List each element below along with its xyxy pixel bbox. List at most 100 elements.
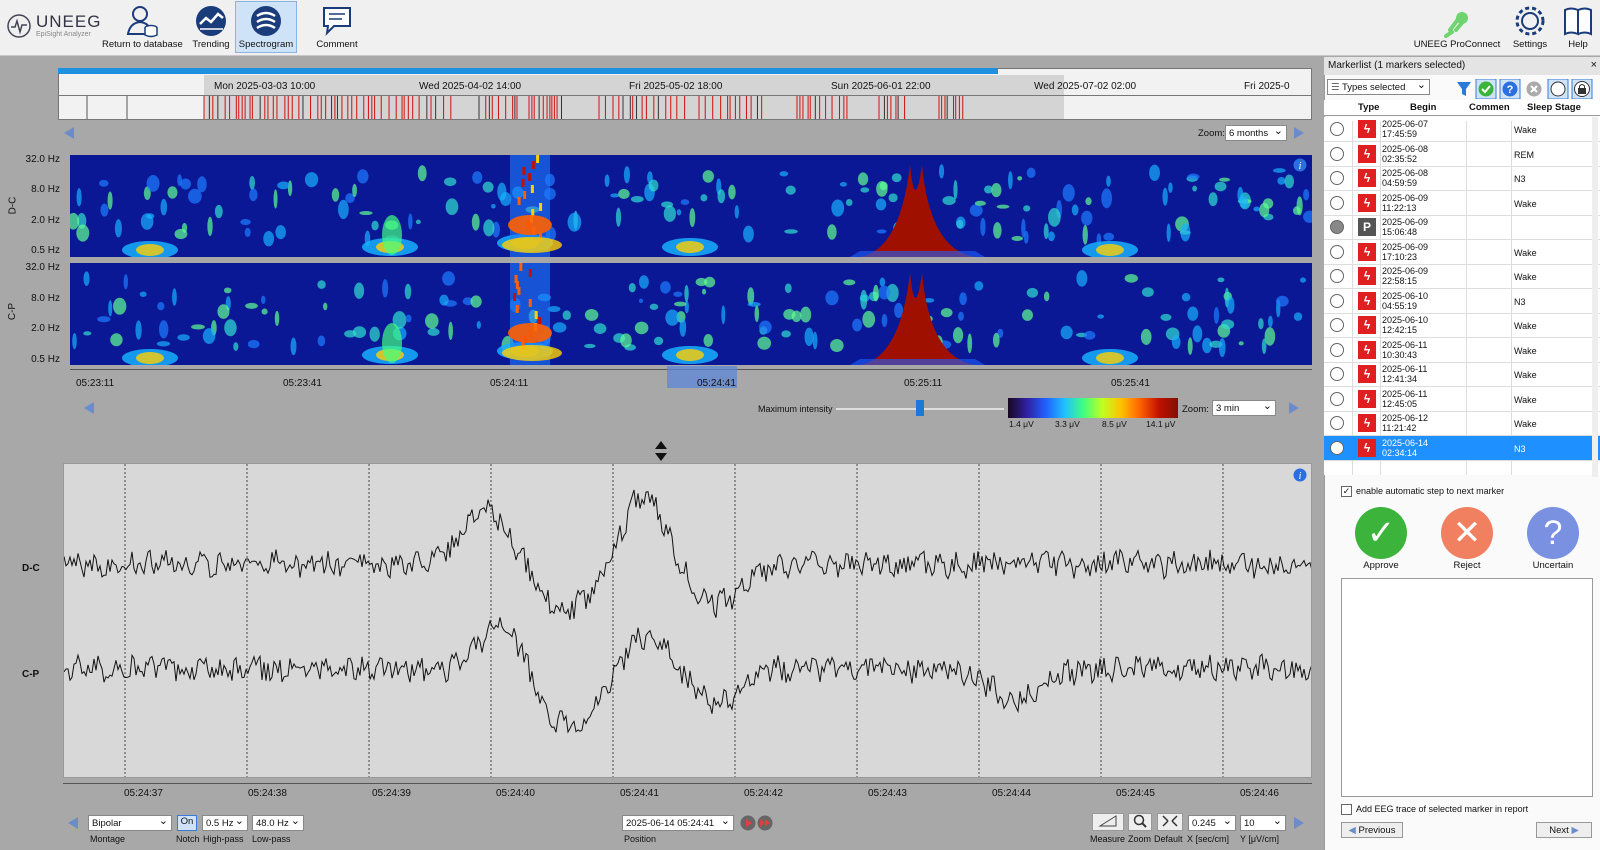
seizure-marker-icon: ϟ: [1358, 169, 1376, 187]
spectrogram-button[interactable]: Spectrogram: [235, 1, 297, 53]
marker-row[interactable]: ϟ 2025-06-08 04:59:59 N3: [1324, 166, 1600, 191]
zoom-button[interactable]: [1128, 813, 1152, 831]
eeg-prev-arrow[interactable]: [68, 817, 78, 829]
spectrogram-dc[interactable]: [70, 155, 1312, 257]
spectrogram-cp[interactable]: [70, 263, 1312, 365]
marker-review-radio[interactable]: [1330, 293, 1344, 308]
spectro2-freq-05: 0.5 Hz: [31, 354, 60, 365]
timeline-next-arrow[interactable]: [1294, 127, 1304, 139]
marker-comment-textarea[interactable]: [1341, 578, 1593, 797]
previous-marker-button[interactable]: ◀ Previous: [1341, 822, 1403, 838]
marker-review-radio[interactable]: [1330, 269, 1344, 283]
approve-button[interactable]: ✓: [1355, 507, 1407, 559]
eeg-time-10: 05:24:46: [1240, 788, 1279, 799]
position-input[interactable]: 2025-06-14 05:24:41: [622, 814, 734, 831]
marker-begin: 2025-06-07 17:45:59: [1382, 119, 1428, 139]
marker-sleep-stage: Wake: [1514, 370, 1537, 380]
unreviewed-filter-icon[interactable]: [1547, 79, 1569, 99]
eeg-next-arrow[interactable]: [1294, 817, 1304, 829]
eeg-info-icon[interactable]: i: [1293, 468, 1307, 482]
highpass-select[interactable]: 0.5 Hz: [202, 814, 248, 831]
lowpass-select[interactable]: 48.0 Hz: [252, 814, 304, 831]
marker-review-radio[interactable]: [1330, 146, 1344, 161]
marker-row[interactable]: ϟ 2025-06-12 11:21:42 Wake: [1324, 411, 1600, 436]
timeline-zoom-label: Zoom:: [1198, 128, 1225, 139]
timeline-zoom-select[interactable]: 6 months: [1225, 124, 1287, 141]
col-comment[interactable]: Commen: [1469, 102, 1510, 113]
marker-begin: 2025-06-11 12:45:05: [1382, 389, 1427, 409]
funnel-icon[interactable]: [1457, 82, 1471, 96]
marker-review-radio[interactable]: [1330, 244, 1344, 259]
markerlist-scrollbar[interactable]: [1592, 117, 1598, 477]
marker-review-radio[interactable]: [1330, 440, 1344, 455]
intensity-slider-handle[interactable]: [916, 400, 924, 416]
next-marker-button[interactable]: Next ▶: [1536, 822, 1592, 838]
rejected-filter-icon[interactable]: [1526, 81, 1542, 97]
eeg-trace-panel[interactable]: [63, 463, 1312, 778]
marker-row[interactable]: ϟ 2025-06-09 22:58:15 Wake: [1324, 264, 1600, 289]
marker-review-radio[interactable]: [1330, 122, 1344, 136]
marker-row[interactable]: ϟ 2025-06-09 17:10:23 Wake: [1324, 240, 1600, 265]
marker-type-filter[interactable]: ☰ Types selected: [1327, 78, 1430, 95]
marker-review-radio[interactable]: [1330, 367, 1344, 381]
marker-time: 12:41:34: [1382, 374, 1418, 384]
play-icon[interactable]: [740, 815, 756, 831]
montage-select[interactable]: Bipolar: [88, 814, 172, 831]
marker-review-radio[interactable]: [1330, 195, 1344, 210]
reject-button[interactable]: ✕: [1441, 507, 1493, 559]
marker-row[interactable]: ϟ 2025-06-10 12:42:15 Wake: [1324, 313, 1600, 338]
spectro-info-icon[interactable]: i: [1293, 158, 1307, 172]
marker-row[interactable]: ϟ 2025-06-11 12:45:05 Wake: [1324, 387, 1600, 412]
timeline-prev-arrow[interactable]: [64, 127, 74, 139]
marker-review-radio[interactable]: [1330, 391, 1344, 406]
comment-button[interactable]: Comment: [312, 2, 362, 52]
help-button[interactable]: Help: [1560, 2, 1596, 52]
x-scale-select[interactable]: 0.245: [1188, 814, 1236, 831]
col-sleep-stage[interactable]: Sleep Stage: [1527, 102, 1581, 113]
marker-row[interactable]: ϟ 2025-06-11 12:41:34 Wake: [1324, 362, 1600, 387]
y-scale-select[interactable]: 10: [1240, 814, 1286, 831]
spectro-next-arrow[interactable]: [1289, 402, 1299, 414]
return-to-database-button[interactable]: Return to database: [102, 2, 183, 52]
spectro-time-5: 05:25:11: [904, 378, 943, 389]
trending-button[interactable]: Trending: [188, 2, 234, 52]
markerlist-close-icon[interactable]: ×: [1591, 59, 1597, 71]
notch-toggle[interactable]: On: [177, 815, 197, 831]
uncertain-filter-icon[interactable]: ?: [1499, 79, 1521, 99]
marker-review-radio[interactable]: [1330, 220, 1344, 234]
splitter-handle-icon[interactable]: [654, 440, 668, 462]
svg-text:i: i: [1299, 161, 1302, 172]
col-begin[interactable]: Begin: [1410, 102, 1436, 113]
marker-row[interactable]: ϟ 2025-06-11 10:30:43 Wake: [1324, 338, 1600, 363]
auto-step-checkbox[interactable]: ✓: [1341, 486, 1352, 497]
col-type[interactable]: Type: [1358, 102, 1379, 113]
uncertain-button[interactable]: ?: [1527, 507, 1579, 559]
marker-sleep-stage: Wake: [1514, 198, 1537, 209]
fast-forward-icon[interactable]: [757, 815, 773, 831]
spectro-zoom-select[interactable]: 3 min: [1212, 399, 1276, 416]
default-button[interactable]: [1157, 813, 1183, 831]
gear-icon: [1515, 6, 1545, 36]
marker-row[interactable]: ϟ 2025-06-10 04:55:19 N3: [1324, 289, 1600, 314]
add-eeg-checkbox[interactable]: [1341, 804, 1352, 815]
marker-review-radio[interactable]: [1330, 171, 1344, 185]
marker-row[interactable]: ϟ 2025-06-08 02:35:52 REM: [1324, 142, 1600, 167]
marker-row[interactable]: ϟ 2025-06-07 17:45:59 Wake: [1324, 117, 1600, 142]
spectro1-freq-2: 2.0 Hz: [31, 215, 60, 226]
marker-row[interactable]: ϟ 2025-06-14 02:34:14 N3: [1324, 435, 1600, 461]
marker-review-radio[interactable]: [1330, 342, 1344, 357]
overview-timeline[interactable]: Mon 2025-03-03 10:00 Wed 2025-04-02 14:0…: [58, 68, 1312, 120]
spectro-prev-arrow[interactable]: [84, 402, 94, 414]
spectro-channel-label-dc: D-C: [7, 196, 19, 215]
measure-button[interactable]: [1092, 813, 1124, 831]
marker-row[interactable]: ϟ 2025-06-09 11:22:13 Wake: [1324, 191, 1600, 216]
proconnect-button[interactable]: UNEEG ProConnect: [1412, 2, 1502, 52]
lock-filter-icon[interactable]: [1571, 79, 1593, 99]
marker-review-radio[interactable]: [1330, 318, 1344, 332]
approved-filter-icon[interactable]: [1475, 79, 1497, 99]
settings-button[interactable]: Settings: [1508, 2, 1552, 52]
marker-review-radio[interactable]: [1330, 416, 1344, 430]
marker-begin: 2025-06-11 10:30:43: [1382, 340, 1427, 360]
logo-text: UNEEG: [36, 12, 102, 31]
marker-row[interactable]: P 2025-06-09 15:06:48: [1324, 215, 1600, 240]
